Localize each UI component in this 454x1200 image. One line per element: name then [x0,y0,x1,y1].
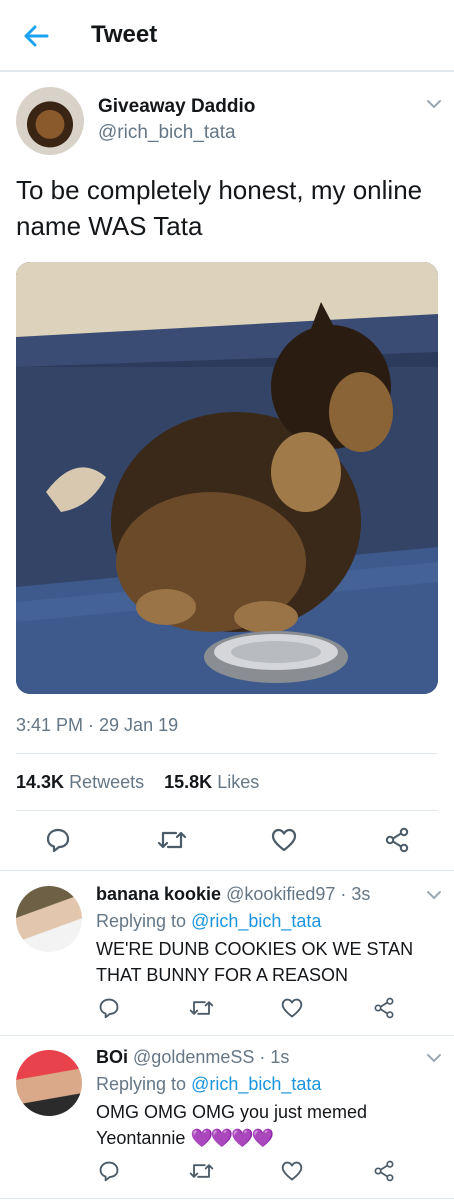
dog-photo-illustration [16,262,438,694]
likes-stat[interactable]: 15.8K Likes [164,772,259,792]
reply-button[interactable] [98,997,120,1019]
tweet-text: To be completely honest, my online name … [16,175,423,241]
top-bar: Tweet [0,0,454,72]
reply-header: BOi @goldenmeSS · 1s [96,1047,289,1068]
replying-handle-link[interactable]: @rich_bich_tata [191,911,321,931]
purple-heart-emoji: 💜💜💜💜 [190,1128,274,1148]
tweet-photo[interactable] [16,262,438,694]
like-icon [281,1161,303,1181]
chevron-down-icon[interactable] [426,99,442,109]
replying-to: Replying to @rich_bich_tata [96,911,321,932]
chevron-down-icon[interactable] [426,1053,442,1063]
retweets-stat[interactable]: 14.3K Retweets [16,772,144,792]
share-icon [385,827,409,853]
like-button[interactable] [281,1160,303,1182]
likes-label: Likes [217,772,260,792]
like-icon [271,828,297,852]
reply-button[interactable] [98,1160,120,1182]
retweet-icon [189,1001,214,1015]
retweet-button[interactable] [189,1160,214,1182]
back-arrow-icon[interactable] [20,20,52,52]
tweet-stats: 14.3K Retweets 15.8K Likes [16,772,259,793]
reply-icon [99,1161,119,1182]
share-icon [374,997,394,1019]
replying-prefix: Replying to [96,911,187,931]
likes-count: 15.8K [164,772,213,792]
retweets-label: Retweets [69,772,145,792]
page-title: Tweet [91,21,158,48]
reply-button[interactable] [45,827,71,853]
reply-avatar[interactable] [16,1050,82,1116]
retweet-icon [189,1164,214,1178]
replying-to: Replying to @rich_bich_tata [96,1074,321,1095]
reply-icon [46,828,70,853]
like-icon [281,998,303,1018]
reply-handle-time[interactable]: @kookified97 · 3s [226,884,370,904]
author-avatar[interactable] [16,87,84,155]
retweet-button[interactable] [189,997,214,1019]
replying-prefix: Replying to [96,1074,187,1094]
reply-text: WE'RE DUNB COOKIES OK WE STAN THAT BUNNY… [96,939,414,985]
like-button[interactable] [271,827,297,853]
chevron-down-icon[interactable] [426,890,442,900]
reply-avatar[interactable] [16,886,82,952]
reply-author-name[interactable]: BOi [96,1047,128,1067]
divider [16,753,438,754]
divider [16,810,438,811]
share-button[interactable] [373,997,395,1019]
reply-author-name[interactable]: banana kookie [96,884,221,904]
reply-handle-time[interactable]: @goldenmeSS · 1s [133,1047,289,1067]
reply-text: OMG OMG OMG you just memed Yeontannie 💜💜… [96,1099,436,1151]
divider [0,1198,454,1199]
like-button[interactable] [281,997,303,1019]
share-button[interactable] [373,1160,395,1182]
author-name[interactable]: Giveaway Daddio [98,96,255,118]
retweet-icon [157,831,187,849]
retweets-count: 14.3K [16,772,65,792]
divider [0,870,454,871]
author-handle[interactable]: @rich_bich_tata [98,122,236,144]
share-icon [374,1160,394,1182]
replying-handle-link[interactable]: @rich_bich_tata [191,1074,321,1094]
reply-icon [99,998,119,1019]
share-button[interactable] [384,827,410,853]
divider [0,1035,454,1036]
tweet-timestamp: 3:41 PM · 29 Jan 19 [16,715,179,735]
reply-header: banana kookie @kookified97 · 3s [96,884,370,905]
retweet-button[interactable] [157,827,187,853]
